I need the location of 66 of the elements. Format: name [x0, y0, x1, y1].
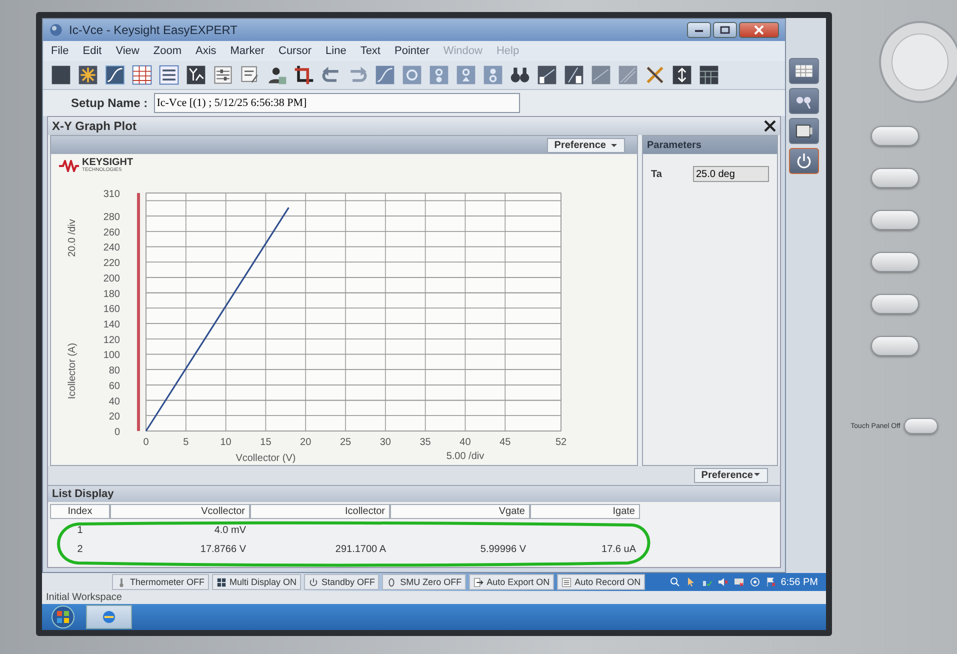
y-tick-label: 310: [103, 189, 120, 200]
column-header[interactable]: Vcollector: [110, 504, 250, 519]
y-tick-label: 120: [103, 334, 120, 346]
panel-header: Parameters: [643, 136, 777, 154]
y-tick-label: 140: [103, 320, 120, 331]
x-tick-label: 15: [260, 437, 272, 448]
y-tick-label: 40: [108, 396, 120, 408]
y-tick-label: 80: [108, 366, 120, 377]
workspace-label: Initial Workspace: [42, 591, 826, 604]
panel-header: List Display: [48, 486, 780, 502]
table-cell-text: 4.0 mV: [213, 524, 247, 538]
column-header[interactable]: Index: [50, 504, 110, 519]
column-header[interactable]: Icollector: [250, 504, 390, 519]
menu-item[interactable]: View: [116, 45, 140, 57]
y-scale-label: 20.0 /div: [67, 219, 78, 257]
menu-item[interactable]: Cursor: [278, 45, 312, 57]
y-tick-label: 0: [114, 427, 120, 438]
column-header[interactable]: Vgate: [390, 504, 530, 519]
y-tick-label: 260: [103, 227, 120, 238]
table-cell-text: 1: [76, 524, 84, 538]
x-tick-label: 40: [460, 437, 471, 448]
parameter-field[interactable]: 25.0 deg: [693, 166, 769, 182]
table-cell-text: 5.99996 V: [479, 543, 527, 557]
menu-item[interactable]: Pointer: [394, 45, 430, 57]
x-axis-label: Vcollector (V): [236, 453, 296, 463]
preference-dropdown[interactable]: Preference: [547, 138, 625, 152]
x-scale-label: 5.00 /div: [446, 451, 484, 462]
clock: 6:56 PM: [780, 576, 818, 588]
table-cell-text: 17.8766 V: [199, 543, 247, 557]
menu-item[interactable]: Axis: [195, 45, 216, 57]
menu-item[interactable]: File: [51, 45, 69, 57]
panel-title: X-Y Graph Plot: [52, 119, 136, 133]
menu-item[interactable]: Line: [326, 45, 346, 57]
column-header[interactable]: Igate: [530, 504, 640, 519]
setup-name-field[interactable]: Ic-Vce [(1) ; 5/12/25 6:56:38 PM]: [154, 93, 520, 113]
y-axis-label: Icollector (A): [67, 342, 78, 400]
x-tick-label: 45: [500, 437, 511, 448]
parameter-label: Ta: [651, 168, 663, 180]
menu-item[interactable]: Text: [360, 45, 380, 57]
table-cell-text: 291.1700 A: [334, 543, 387, 557]
table-cell-text: 2: [76, 543, 84, 557]
y-tick-label: 20: [108, 412, 120, 423]
x-tick-label: 35: [420, 437, 431, 448]
menu-item[interactable]: Zoom: [153, 45, 182, 57]
window-title: Ic-Vce - Keysight EasyEXPERT: [69, 23, 238, 37]
y-tick-label: 240: [103, 242, 120, 254]
y-tick-label: 100: [103, 350, 120, 362]
x-tick-label: 5: [183, 437, 189, 448]
x-tick-label: 52: [555, 437, 567, 448]
y-tick-label: 280: [103, 212, 120, 224]
logo-text: KEYSIGHT: [82, 158, 134, 168]
preference-dropdown[interactable]: Preference: [694, 468, 768, 483]
menu-item[interactable]: Edit: [82, 45, 102, 57]
y-tick-label: 200: [103, 273, 120, 284]
y-tick-label: 180: [103, 288, 120, 300]
y-tick-label: 220: [103, 258, 120, 270]
table-cell-text: 17.6 uA: [600, 543, 637, 557]
setup-name-label: Setup Name :: [71, 96, 148, 110]
x-tick-label: 10: [220, 437, 232, 448]
y-tick-label: 160: [103, 304, 120, 316]
y-tick-label: 60: [108, 380, 120, 392]
menu-item[interactable]: Marker: [230, 45, 264, 57]
x-tick-label: 0: [143, 437, 149, 448]
x-tick-label: 25: [340, 437, 352, 448]
x-tick-label: 30: [380, 437, 391, 448]
x-tick-label: 20: [300, 437, 312, 448]
